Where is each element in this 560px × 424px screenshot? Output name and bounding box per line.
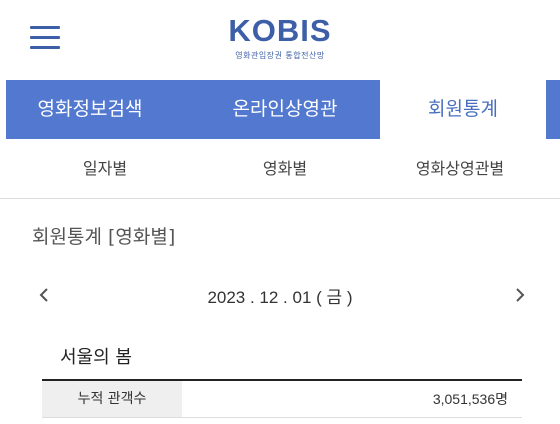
stats-value-cumulative-audience: 3,051,536명 <box>432 391 508 407</box>
header: KOBIS 영화관입장권 통합전산망 <box>0 0 560 80</box>
tab-member-stats[interactable]: 회원통계 <box>380 80 546 139</box>
tab-movie-info-search[interactable]: 영화정보검색 <box>0 80 190 139</box>
subtab-by-movie[interactable]: 영화별 <box>190 139 380 199</box>
logo-title: KOBIS <box>228 13 332 48</box>
logo-subtitle: 영화관입장권 통합전산망 <box>235 51 325 60</box>
sub-nav: 일자별 영화별 영화상영관별 <box>0 139 560 199</box>
current-date: 2023 . 12 . 01 ( 금 ) <box>207 288 353 307</box>
logo[interactable]: KOBIS 영화관입장권 통합전산망 <box>0 14 560 61</box>
stats-table: 누적 관객수 3,051,536명 <box>42 379 522 418</box>
date-navigator: 2023 . 12 . 01 ( 금 ) <box>0 275 560 315</box>
chevron-right-icon[interactable] <box>508 281 532 309</box>
subtab-by-date[interactable]: 일자별 <box>20 139 190 199</box>
movie-title: 서울의 봄 <box>60 347 132 368</box>
subtab-by-theater[interactable]: 영화상영관별 <box>380 139 540 199</box>
nav-right-edge <box>546 80 560 139</box>
table-row: 누적 관객수 3,051,536명 <box>42 381 522 418</box>
main-nav: 영화정보검색 온라인상영관 회원통계 <box>0 80 560 139</box>
tab-online-theater[interactable]: 온라인상영관 <box>190 80 380 139</box>
page-title: 회원통계 [영화별] <box>32 226 176 248</box>
stats-label-cumulative-audience: 누적 관객수 <box>42 381 182 417</box>
nav-left-edge <box>0 80 6 139</box>
